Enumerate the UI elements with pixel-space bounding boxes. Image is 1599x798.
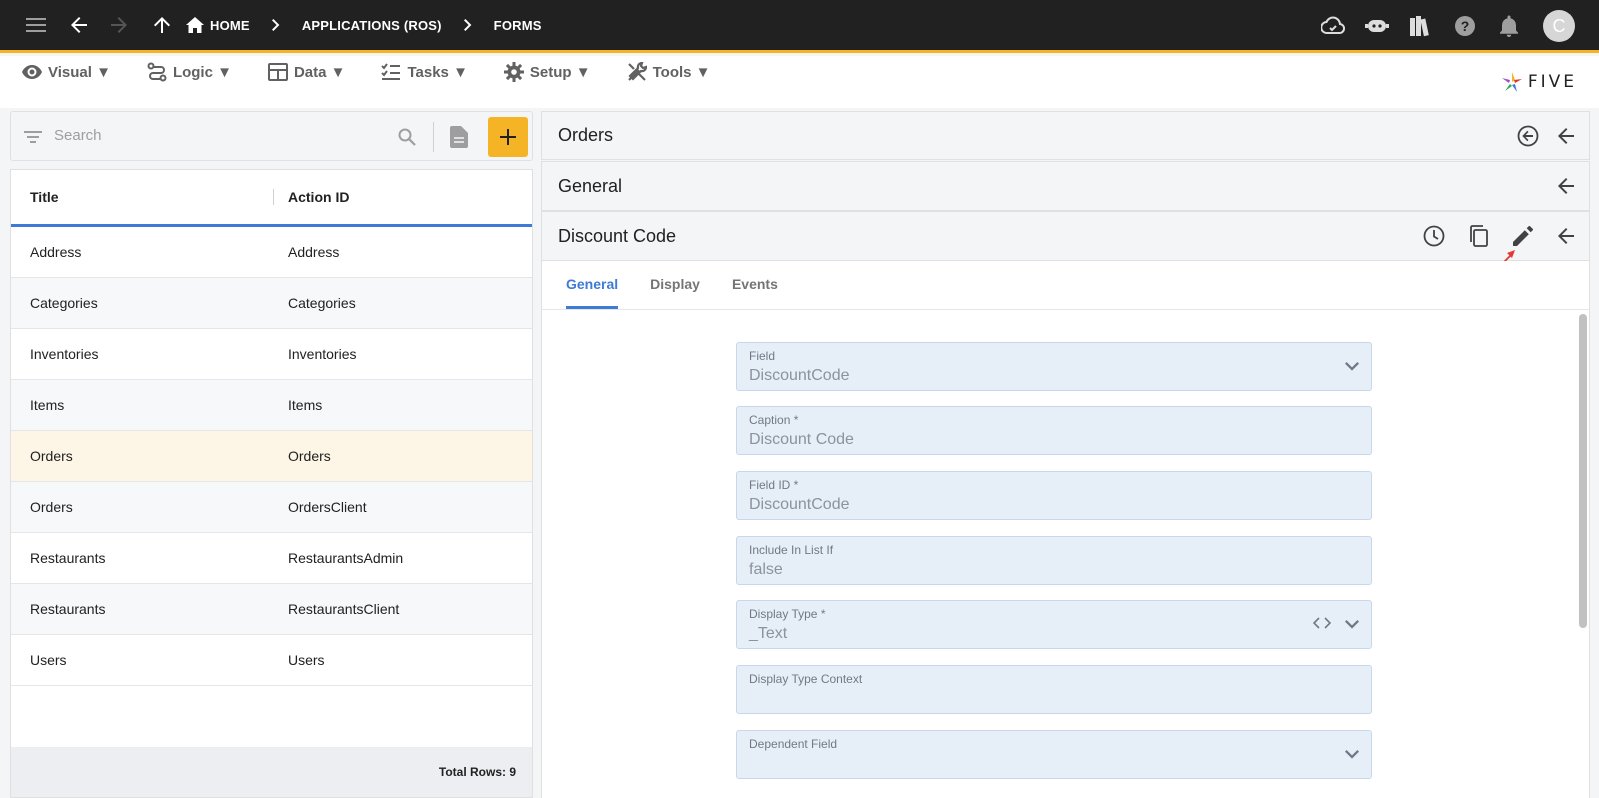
table-row[interactable]: Restaurants RestaurantsAdmin [11, 533, 532, 584]
library-books-icon[interactable] [1403, 8, 1439, 44]
table-row[interactable]: Orders OrdersClient [11, 482, 532, 533]
grid-footer-total-rows: Total Rows: 9 [11, 747, 532, 797]
panel-title-discount-code: Discount Code [558, 225, 677, 246]
menu-tasks[interactable]: Tasks ▼ [381, 56, 468, 88]
menu-tools[interactable]: Tools ▼ [627, 56, 711, 88]
breadcrumb-forms[interactable]: FORMS [494, 18, 542, 33]
detail-panel: Orders General Discount Code General Dis… [541, 111, 1590, 798]
table-row[interactable]: Users Users [11, 635, 532, 686]
notifications-bell-icon[interactable] [1491, 8, 1527, 44]
circle-back-icon[interactable] [1517, 125, 1539, 147]
home-icon [186, 17, 204, 33]
chevron-right-icon [262, 19, 290, 31]
add-record-button[interactable] [488, 117, 528, 157]
dependent-field-select[interactable]: Dependent Field [736, 730, 1372, 779]
menu-visual[interactable]: Visual ▼ [22, 56, 111, 88]
table-row[interactable]: Restaurants RestaurantsClient [11, 584, 532, 635]
logo-text: FIVE [1527, 72, 1577, 92]
column-header-action-id[interactable]: Action ID [274, 189, 349, 205]
panel-header-orders: Orders [541, 111, 1590, 160]
hamburger-menu-icon[interactable] [18, 7, 54, 43]
field-tabs: General Display Events [541, 261, 1590, 310]
chat-bot-icon[interactable] [1359, 8, 1395, 44]
form-scrollbar[interactable] [1579, 314, 1587, 628]
five-logo: FIVE [1500, 70, 1577, 94]
tools-icon [627, 62, 647, 81]
panel-actions [1517, 112, 1575, 159]
chevron-down-icon[interactable] [1345, 746, 1359, 760]
column-header-title[interactable]: Title [11, 189, 273, 205]
panel-header-discount-code: Discount Code [541, 211, 1590, 261]
back-arrow-icon[interactable] [1557, 127, 1575, 145]
search-icon[interactable] [398, 128, 416, 146]
include-in-list-if-input[interactable]: Include In List If false [736, 536, 1372, 585]
search-bar: Search [10, 111, 533, 161]
tab-general[interactable]: General [566, 276, 619, 309]
chevron-down-icon[interactable] [1345, 616, 1359, 630]
cloud-sync-icon[interactable] [1315, 8, 1351, 44]
tab-events[interactable]: Events [732, 276, 778, 309]
table-row-selected[interactable]: Orders Orders [11, 431, 532, 482]
eye-icon [22, 65, 42, 79]
help-icon[interactable]: ? [1447, 8, 1483, 44]
field-form: Field DiscountCode Caption * Discount Co… [541, 310, 1590, 798]
breadcrumb-applications[interactable]: APPLICATIONS (ROS) [302, 18, 442, 33]
panel-header-general: General [541, 161, 1590, 211]
chevron-right-icon [454, 19, 482, 31]
back-arrow-icon[interactable] [1557, 227, 1575, 245]
tab-display[interactable]: Display [650, 276, 700, 309]
display-type-context-input[interactable]: Display Type Context [736, 665, 1372, 714]
logic-icon [147, 62, 167, 82]
table-row[interactable]: Categories Categories [11, 278, 532, 329]
back-arrow-icon[interactable] [1557, 177, 1575, 195]
breadcrumb: HOME APPLICATIONS (ROS) FORMS [186, 17, 542, 33]
field-select[interactable]: Field DiscountCode [736, 342, 1372, 391]
search-divider [433, 122, 434, 152]
table-row[interactable]: Inventories Inventories [11, 329, 532, 380]
panel-title-general: General [558, 175, 623, 196]
list-panel: Search Title Action ID Address Address Ca… [10, 111, 533, 798]
field-id-input[interactable]: Field ID * DiscountCode [736, 471, 1372, 520]
copy-icon[interactable] [1469, 225, 1489, 247]
back-arrow-icon[interactable] [61, 7, 97, 43]
user-avatar[interactable]: C [1543, 10, 1575, 42]
code-brackets-icon[interactable] [1313, 616, 1331, 630]
table-icon [267, 63, 288, 81]
panel-title-orders: Orders [558, 125, 614, 145]
top-bar-actions: ? C [1315, 8, 1575, 44]
svg-text:?: ? [1461, 18, 1470, 34]
forms-list-grid: Title Action ID Address Address Categorie… [10, 169, 533, 798]
table-row[interactable]: Address Address [11, 227, 532, 278]
history-clock-icon[interactable] [1423, 225, 1445, 247]
breadcrumb-home[interactable]: HOME [210, 18, 250, 33]
panel-actions [1557, 162, 1575, 210]
gear-icon [503, 62, 524, 82]
chevron-down-icon[interactable] [1345, 358, 1359, 372]
checklist-icon [381, 63, 401, 80]
menu-setup[interactable]: Setup ▼ [503, 56, 591, 88]
forward-arrow-icon[interactable] [101, 7, 137, 43]
search-input[interactable]: Search [54, 127, 102, 144]
grid-header: Title Action ID [11, 170, 532, 227]
display-type-select[interactable]: Display Type * _Text [736, 600, 1372, 649]
up-arrow-icon[interactable] [144, 7, 180, 43]
edit-pencil-icon[interactable] [1513, 226, 1533, 246]
menu-data[interactable]: Data ▼ [267, 56, 345, 88]
app-top-bar: HOME APPLICATIONS (ROS) FORMS ? C [0, 0, 1599, 53]
filter-icon[interactable] [24, 131, 42, 143]
five-logo-mark-icon [1501, 72, 1522, 92]
main-menu-bar: Visual ▼ Logic ▼ Data ▼ Tasks ▼ Setup ▼ … [0, 56, 1599, 108]
menu-logic[interactable]: Logic ▼ [147, 56, 232, 88]
caption-input[interactable]: Caption * Discount Code [736, 406, 1372, 455]
plus-icon [500, 129, 516, 145]
table-row[interactable]: Items Items [11, 380, 532, 431]
document-icon[interactable] [450, 126, 468, 148]
